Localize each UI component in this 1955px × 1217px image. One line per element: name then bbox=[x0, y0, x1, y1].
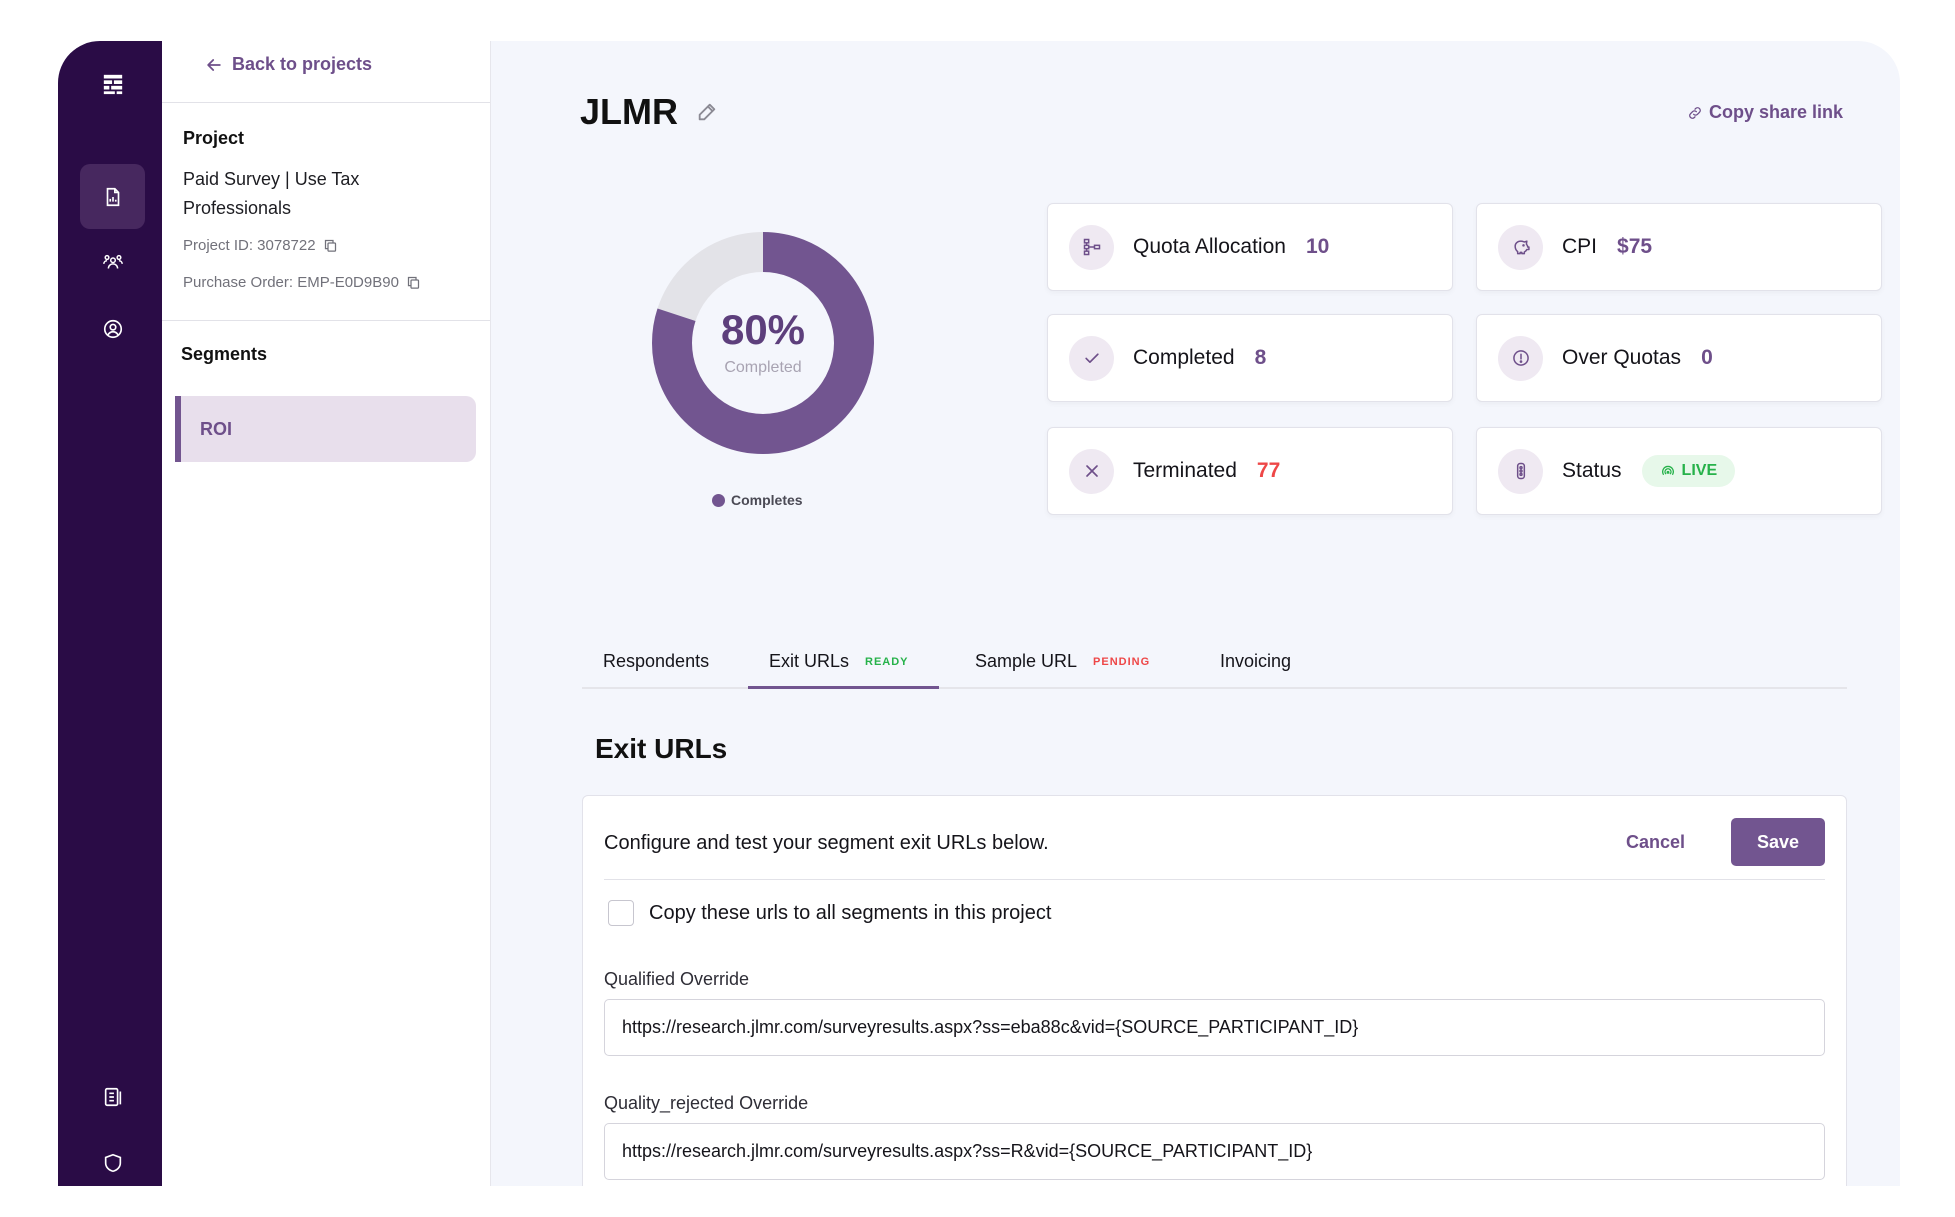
stat-label: Over Quotas bbox=[1562, 346, 1682, 369]
page-title-row: JLMR bbox=[580, 91, 718, 133]
icon-rail bbox=[58, 41, 162, 1186]
legend-dot bbox=[712, 493, 725, 507]
project-sidebar: Back to projects Project Paid Survey | U… bbox=[162, 41, 491, 1186]
stat-label: Quota Allocation bbox=[1133, 235, 1286, 258]
chart-legend: Completes bbox=[712, 492, 803, 508]
section-heading: Exit URLs bbox=[595, 733, 728, 764]
purchase-order: Purchase Order: EMP-E0D9B90 bbox=[183, 274, 399, 291]
rail-projects-icon[interactable] bbox=[80, 164, 145, 229]
rail-docs-icon[interactable] bbox=[80, 1064, 145, 1129]
stat-value: $75 bbox=[1617, 235, 1653, 258]
panel-description: Configure and test your segment exit URL… bbox=[604, 832, 1049, 854]
main-content: JLMR Copy share link 80% Completed Compl… bbox=[491, 41, 1900, 1186]
cancel-button[interactable]: Cancel bbox=[1626, 832, 1685, 853]
rail-shield-icon[interactable] bbox=[80, 1130, 145, 1186]
stat-card-terminated: Terminated 77 bbox=[1047, 427, 1453, 515]
tab-sample-url[interactable]: Sample URL PENDING bbox=[975, 641, 1150, 689]
edit-pencil-icon[interactable] bbox=[696, 101, 718, 123]
stat-label: Terminated bbox=[1133, 459, 1237, 482]
traffic-light-icon bbox=[1498, 448, 1543, 494]
segment-tabs: Respondents Exit URLs READY Sample URL P… bbox=[582, 641, 1847, 689]
stat-card-completed: Completed 8 bbox=[1047, 314, 1453, 402]
link-icon bbox=[1689, 106, 1701, 119]
qualified-override-label: Qualified Override bbox=[604, 969, 750, 989]
tab-label: Invoicing bbox=[1220, 651, 1292, 671]
copy-urls-row: Copy these urls to all segments in this … bbox=[608, 900, 1051, 926]
stat-value: 10 bbox=[1305, 235, 1330, 258]
exit-urls-panel: Configure and test your segment exit URL… bbox=[582, 795, 1847, 1186]
back-to-projects-link[interactable]: Back to projects bbox=[204, 54, 372, 75]
tab-label: Respondents bbox=[603, 651, 710, 671]
tab-respondents[interactable]: Respondents bbox=[603, 641, 709, 689]
piggy-bank-icon bbox=[1498, 224, 1543, 270]
tab-exit-urls[interactable]: Exit URLs READY bbox=[748, 641, 939, 689]
segment-label: ROI bbox=[200, 418, 233, 439]
segment-item-roi[interactable]: ROI bbox=[175, 396, 476, 462]
alert-circle-icon bbox=[1498, 335, 1543, 381]
stat-value: 8 bbox=[1254, 346, 1267, 369]
x-icon bbox=[1069, 448, 1114, 494]
stat-label: CPI bbox=[1562, 235, 1598, 258]
copy-share-link-button[interactable]: Copy share link bbox=[1687, 102, 1843, 123]
donut-center: 80% Completed bbox=[651, 231, 875, 455]
stat-label: Completed bbox=[1133, 346, 1235, 369]
completion-percent: 80% bbox=[720, 306, 806, 353]
project-id: Project ID: 3078722 bbox=[183, 237, 316, 254]
tab-label: Sample URL bbox=[975, 651, 1078, 671]
copy-project-id-icon[interactable] bbox=[323, 238, 338, 253]
sidebar-divider bbox=[162, 102, 490, 103]
stat-value: 0 bbox=[1701, 346, 1713, 369]
project-name: Paid Survey | Use Tax Professionals bbox=[183, 169, 360, 218]
share-label: Copy share link bbox=[1708, 102, 1843, 122]
stat-card-quota-allocation: Quota Allocation 10 bbox=[1047, 203, 1453, 291]
project-heading: Project bbox=[183, 128, 245, 148]
stat-card-over-quotas: Over Quotas 0 bbox=[1476, 314, 1882, 402]
segments-heading: Segments bbox=[181, 344, 268, 364]
quality-rejected-override-input[interactable] bbox=[604, 1123, 1825, 1180]
ready-badge: READY bbox=[865, 656, 909, 668]
tab-label: Exit URLs bbox=[769, 651, 850, 671]
status-badge-live: LIVE bbox=[1641, 455, 1736, 487]
panel-divider bbox=[604, 879, 1825, 880]
legend-label: Completes bbox=[731, 492, 803, 508]
copy-urls-label: Copy these urls to all segments in this … bbox=[649, 901, 1052, 924]
stat-value: 77 bbox=[1256, 459, 1281, 482]
arrow-left-icon bbox=[207, 58, 221, 71]
copy-purchase-order-icon[interactable] bbox=[406, 275, 421, 290]
status-value: LIVE bbox=[1681, 462, 1718, 479]
pending-badge: PENDING bbox=[1093, 656, 1151, 668]
back-label: Back to projects bbox=[232, 54, 373, 74]
qualified-override-input[interactable] bbox=[604, 999, 1825, 1056]
purchase-order-row: Purchase Order: EMP-E0D9B90 bbox=[183, 274, 421, 291]
tab-invoicing[interactable]: Invoicing bbox=[1220, 641, 1291, 689]
stat-card-cpi: CPI $75 bbox=[1476, 203, 1882, 291]
completion-sub-label: Completed bbox=[724, 359, 802, 376]
page-title: JLMR bbox=[580, 91, 678, 132]
rail-team-icon[interactable] bbox=[80, 230, 145, 295]
quality-rejected-override-label: Quality_rejected Override bbox=[604, 1093, 809, 1113]
logo-icon[interactable] bbox=[80, 51, 145, 116]
app-window: Back to projects Project Paid Survey | U… bbox=[58, 41, 1900, 1186]
stat-label: Status bbox=[1562, 459, 1622, 482]
copy-urls-checkbox[interactable] bbox=[608, 900, 634, 926]
check-icon bbox=[1069, 335, 1114, 381]
signal-icon bbox=[1661, 465, 1674, 475]
save-button[interactable]: Save bbox=[1731, 818, 1825, 866]
sidebar-divider bbox=[162, 320, 490, 321]
rail-account-icon[interactable] bbox=[80, 296, 145, 361]
stat-card-status: Status LIVE bbox=[1476, 427, 1882, 515]
hierarchy-icon bbox=[1069, 224, 1114, 270]
project-id-row: Project ID: 3078722 bbox=[183, 237, 338, 254]
